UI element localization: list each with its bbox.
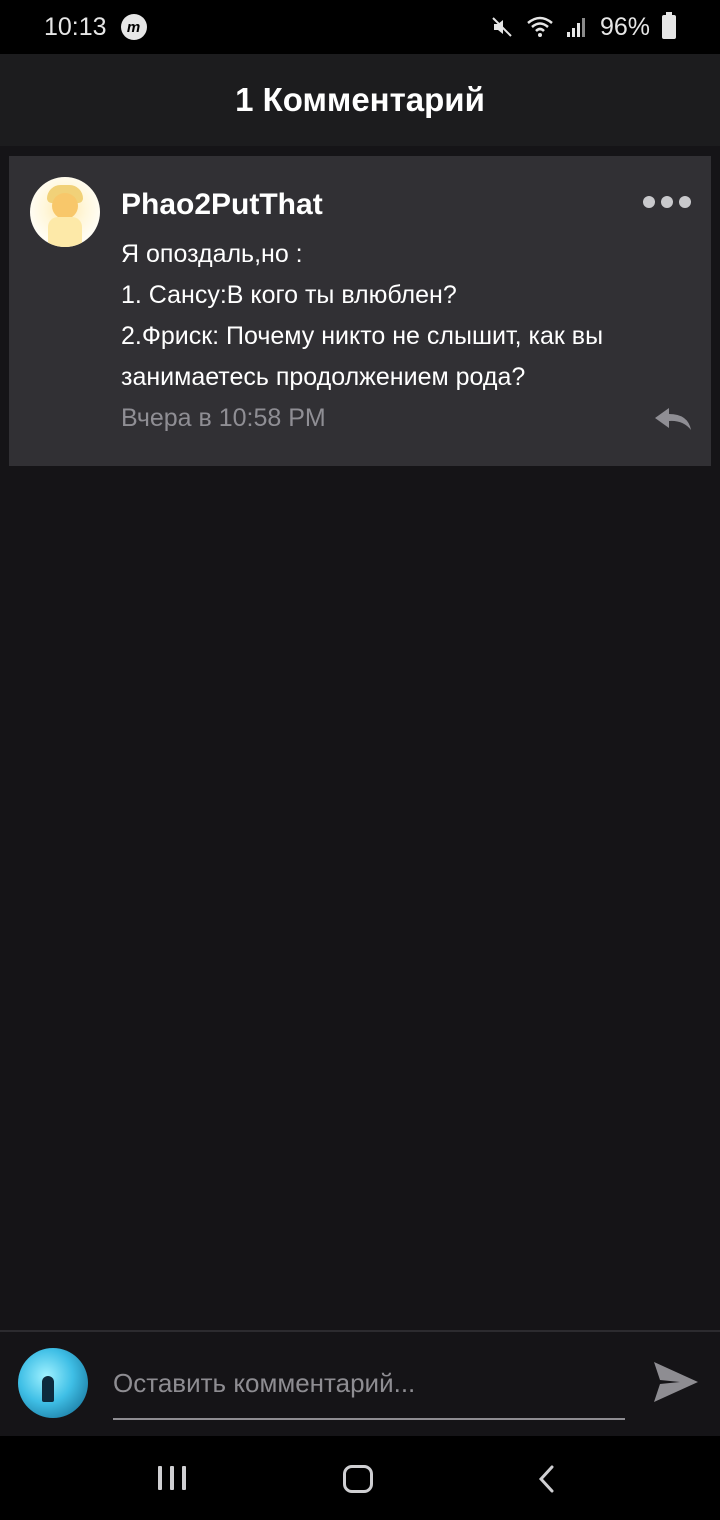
comment-line: Я опоздаль,но : xyxy=(121,240,303,268)
recent-apps-icon[interactable] xyxy=(158,1466,186,1490)
send-icon[interactable] xyxy=(652,1358,700,1406)
more-dots-icon[interactable] xyxy=(643,196,691,208)
mute-icon xyxy=(492,17,512,37)
comment-line: 1. Сансу:В кого ты влюблен? xyxy=(121,281,457,309)
battery-percent: 96% xyxy=(599,12,650,41)
page-title: 1 Комментарий xyxy=(235,81,485,118)
comment-timestamp: Вчера в 10:58 PM xyxy=(121,404,326,432)
signal-icon xyxy=(566,18,585,37)
wifi-icon xyxy=(527,16,553,37)
reply-arrow-icon[interactable] xyxy=(653,406,693,432)
my-avatar-icon xyxy=(18,1348,88,1418)
messenger-app-icon: m xyxy=(120,14,147,40)
status-indicators: 96% xyxy=(490,12,676,42)
back-icon[interactable] xyxy=(536,1464,556,1494)
comment-card: Phao2PutThat Я опоздаль,но : 1. Сансу:В … xyxy=(9,156,711,466)
comment-line: 2.Фриск: Почему никто не слышит, как вы … xyxy=(121,322,604,391)
user-avatar-icon[interactable] xyxy=(30,177,100,247)
battery-icon xyxy=(662,12,676,39)
comments-header: 1 Комментарий xyxy=(0,54,720,146)
comment-composer: Оставить комментарий... xyxy=(0,1332,720,1436)
home-icon[interactable] xyxy=(343,1465,373,1493)
status-bar: 10:13 m 96% xyxy=(0,0,720,54)
comment-input[interactable]: Оставить комментарий... xyxy=(113,1360,625,1420)
system-nav-bar xyxy=(0,1436,720,1520)
status-time: 10:13 xyxy=(44,12,107,41)
comment-author[interactable]: Phao2PutThat xyxy=(121,188,323,222)
comment-text: Я опоздаль,но : 1. Сансу:В кого ты влюбл… xyxy=(121,234,691,398)
